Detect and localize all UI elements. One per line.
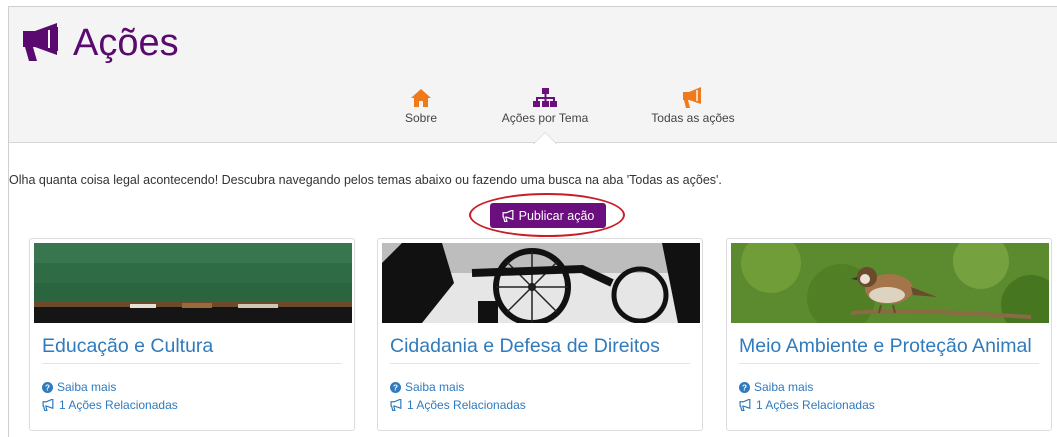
- megaphone-icon: [390, 399, 402, 411]
- svg-text:?: ?: [393, 383, 398, 392]
- page-frame: Ações Sobre Ações por Tema Todas as açõe…: [8, 6, 1057, 437]
- theme-card: Meio Ambiente e Proteção Animal ? Saiba …: [726, 238, 1052, 431]
- tab-bar: Sobre Ações por Tema Todas as ações: [9, 87, 1057, 143]
- highlight-circle: Publicar ação: [469, 193, 625, 237]
- question-circle-icon: ?: [42, 381, 53, 393]
- publish-action-button[interactable]: Publicar ação: [490, 203, 606, 228]
- divider: [739, 363, 1039, 364]
- related-actions-link[interactable]: 1 Ações Relacionadas: [390, 398, 526, 412]
- related-actions-label: 1 Ações Relacionadas: [59, 398, 178, 412]
- divider: [42, 363, 342, 364]
- related-actions-link[interactable]: 1 Ações Relacionadas: [739, 398, 875, 412]
- tab-todas-as-acoes[interactable]: Todas as ações: [643, 87, 743, 143]
- saiba-mais-label: Saiba mais: [754, 380, 814, 394]
- related-actions-link[interactable]: 1 Ações Relacionadas: [42, 398, 178, 412]
- card-image-bird: [731, 243, 1049, 323]
- sitemap-icon: [533, 88, 557, 107]
- card-image-wheelchair: [382, 243, 700, 323]
- page-title-text: Ações: [73, 22, 179, 64]
- page-title: Ações: [19, 21, 179, 65]
- card-image-chalkboard: [34, 243, 352, 323]
- tab-acoes-por-tema[interactable]: Ações por Tema: [495, 87, 595, 143]
- related-actions-label: 1 Ações Relacionadas: [756, 398, 875, 412]
- megaphone-icon: [23, 23, 58, 61]
- tab-label: Todas as ações: [651, 111, 735, 125]
- related-actions-label: 1 Ações Relacionadas: [407, 398, 526, 412]
- megaphone-icon: [683, 87, 701, 108]
- saiba-mais-label: Saiba mais: [405, 380, 465, 394]
- theme-card: Cidadania e Defesa de Direitos ? Saiba m…: [377, 238, 703, 431]
- question-circle-icon: ?: [739, 381, 750, 393]
- home-icon: [411, 89, 431, 107]
- card-title[interactable]: Cidadania e Defesa de Direitos: [390, 335, 660, 358]
- megaphone-icon: [739, 399, 751, 411]
- intro-text: Olha quanta coisa legal acontecendo! Des…: [9, 173, 722, 187]
- card-title[interactable]: Educação e Cultura: [42, 335, 213, 358]
- svg-text:?: ?: [45, 383, 50, 392]
- megaphone-icon: [502, 209, 514, 222]
- saiba-mais-link[interactable]: ? Saiba mais: [739, 380, 813, 394]
- megaphone-icon: [42, 399, 54, 411]
- publish-action-label: Publicar ação: [518, 208, 595, 223]
- saiba-mais-label: Saiba mais: [57, 380, 117, 394]
- saiba-mais-link[interactable]: ? Saiba mais: [390, 380, 464, 394]
- tab-sobre[interactable]: Sobre: [389, 87, 453, 143]
- tab-label: Sobre: [404, 111, 438, 125]
- page-header: Ações Sobre Ações por Tema Todas as açõe…: [9, 7, 1057, 143]
- theme-card: Educação e Cultura ? Saiba mais 1 Ações …: [29, 238, 355, 431]
- card-title[interactable]: Meio Ambiente e Proteção Animal: [739, 335, 1032, 358]
- saiba-mais-link[interactable]: ? Saiba mais: [42, 380, 116, 394]
- question-circle-icon: ?: [390, 381, 401, 393]
- svg-text:?: ?: [742, 383, 747, 392]
- tab-label: Ações por Tema: [501, 111, 589, 125]
- divider: [390, 363, 690, 364]
